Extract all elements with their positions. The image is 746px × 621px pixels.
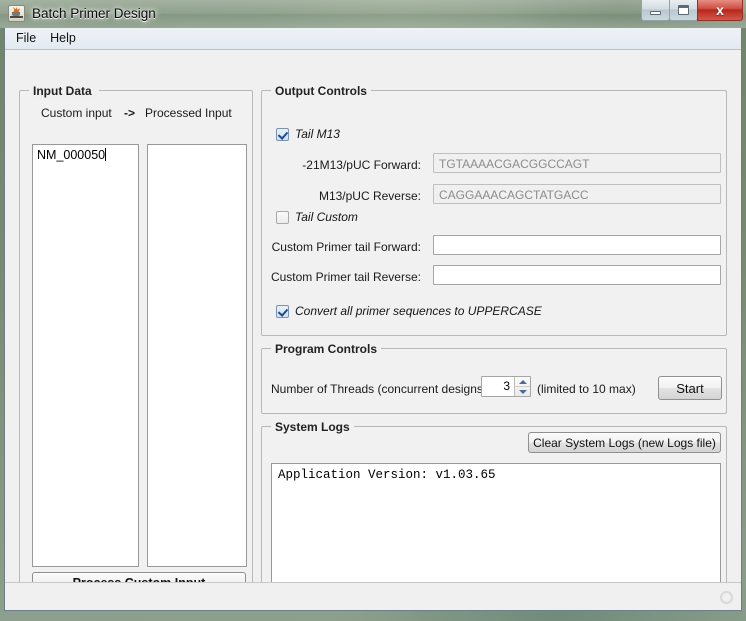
clear-system-logs-button[interactable]: Clear System Logs (new Logs file) [528, 432, 721, 453]
system-logs-textarea[interactable]: Application Version: v1.03.65 [271, 463, 721, 591]
custom-forward-label: Custom Primer tail Forward: [271, 240, 421, 254]
close-icon: x [716, 2, 724, 18]
arrow-label: -> [124, 106, 136, 120]
m13-forward-field[interactable]: TGTAAAACGACGGCCAGT [433, 153, 721, 173]
start-button[interactable]: Start [658, 376, 722, 400]
input-data-title-overlay: Input Data [29, 84, 96, 98]
tail-custom-label: Tail Custom [295, 210, 358, 224]
window-controls: x [641, 0, 743, 22]
tail-m13-checkbox[interactable] [276, 128, 289, 141]
java-coffee-cup-icon [8, 5, 25, 22]
text-caret [105, 148, 107, 161]
custom-reverse-label: Custom Primer tail Reverse: [270, 270, 421, 284]
m13-reverse-label: M13/pUC Reverse: [318, 189, 421, 203]
minimize-icon [650, 10, 661, 15]
threads-value[interactable]: 3 [482, 377, 514, 396]
menu-item-file[interactable]: File [12, 29, 44, 48]
uppercase-checkbox[interactable] [276, 305, 289, 318]
threads-label: Number of Threads (concurrent designs): [271, 382, 491, 396]
client-area: File Help Input Data Input Data Custom i… [4, 28, 742, 611]
tail-m13-label: Tail M13 [295, 127, 340, 141]
threads-hint: (limited to 10 max) [537, 382, 636, 396]
maximize-icon [678, 5, 689, 15]
system-logs-title: System Logs [271, 420, 354, 434]
spinner-up-icon[interactable] [515, 377, 530, 386]
tail-custom-checkbox[interactable] [276, 211, 289, 224]
content-area: Input Data Input Data Custom input -> Pr… [5, 50, 741, 606]
minimize-button[interactable] [641, 0, 670, 21]
uppercase-label: Convert all primer sequences to UPPERCAS… [295, 304, 542, 318]
program-controls-title: Program Controls [271, 342, 382, 356]
menu-item-help[interactable]: Help [46, 29, 84, 48]
spinner-down-icon[interactable] [515, 386, 530, 396]
custom-input-textarea[interactable]: NM_000050 [32, 144, 139, 567]
m13-forward-label: -21M13/pUC Forward: [302, 158, 421, 172]
status-bar [5, 582, 741, 610]
threads-spinner[interactable]: 3 [481, 376, 531, 397]
maximize-button[interactable] [669, 0, 698, 21]
window-title: Batch Primer Design [32, 6, 156, 21]
m13-reverse-field[interactable]: CAGGAAACAGCTATGACC [433, 184, 721, 204]
processed-input-label: Processed Input [145, 106, 232, 120]
processed-input-textarea[interactable] [147, 144, 247, 567]
custom-input-value: NM_000050 [37, 148, 106, 162]
resize-grip-icon[interactable] [720, 591, 733, 604]
menu-bar: File Help [5, 28, 741, 50]
custom-reverse-field[interactable] [433, 265, 721, 285]
output-controls-title: Output Controls [271, 84, 371, 98]
custom-input-label: Custom input [41, 106, 112, 120]
close-button[interactable]: x [697, 0, 743, 21]
spinner-arrows [514, 377, 530, 396]
application-window: Batch Primer Design x File Help Input Da… [0, 0, 746, 621]
custom-forward-field[interactable] [433, 235, 721, 255]
window-title-bar[interactable]: Batch Primer Design x [0, 0, 746, 28]
